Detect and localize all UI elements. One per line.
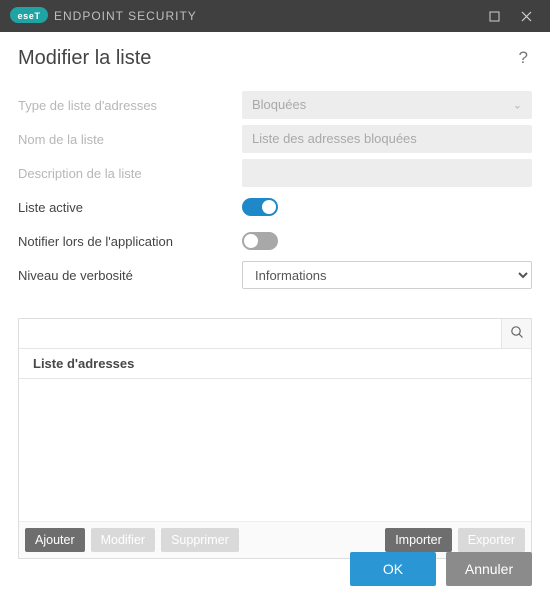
verbosity-label: Niveau de verbosité <box>18 268 242 283</box>
search-button[interactable] <box>501 319 531 348</box>
edit-button: Modifier <box>91 528 155 552</box>
page-title: Modifier la liste <box>18 47 151 70</box>
active-list-label: Liste active <box>18 200 242 215</box>
notify-label: Notifier lors de l'application <box>18 234 242 249</box>
maximize-button[interactable] <box>478 0 510 32</box>
import-button[interactable]: Importer <box>385 528 452 552</box>
list-name-value: Liste des adresses bloquées <box>252 131 417 146</box>
address-list-type-select: Bloquées ⌄ <box>242 91 532 119</box>
close-button[interactable] <box>510 0 542 32</box>
search-input[interactable] <box>19 319 501 348</box>
address-list-type-value: Bloquées <box>252 97 306 112</box>
address-list-type-label: Type de liste d'adresses <box>18 98 242 113</box>
address-list-panel: Liste d'adresses Ajouter Modifier Suppri… <box>18 318 532 559</box>
delete-button: Supprimer <box>161 528 239 552</box>
address-list-header: Liste d'adresses <box>19 349 531 379</box>
chevron-down-icon: ⌄ <box>513 99 522 112</box>
eset-logo-icon: eseT <box>10 7 48 26</box>
list-name-field: Liste des adresses bloquées <box>242 125 532 153</box>
toggle-knob <box>262 200 276 214</box>
svg-text:eseT: eseT <box>18 11 41 21</box>
help-button[interactable]: ? <box>515 46 532 70</box>
export-button: Exporter <box>458 528 525 552</box>
list-name-label: Nom de la liste <box>18 132 242 147</box>
address-list-body[interactable] <box>19 379 531 521</box>
list-description-label: Description de la liste <box>18 166 242 181</box>
search-icon <box>510 325 524 342</box>
address-list-column-label: Liste d'adresses <box>33 356 134 371</box>
cancel-button[interactable]: Annuler <box>446 552 532 586</box>
notify-toggle[interactable] <box>242 232 278 250</box>
add-button[interactable]: Ajouter <box>25 528 85 552</box>
app-name: ENDPOINT SECURITY <box>54 9 197 23</box>
help-icon: ? <box>519 48 528 67</box>
verbosity-select[interactable]: Informations <box>242 261 532 289</box>
active-list-toggle[interactable] <box>242 198 278 216</box>
app-logo: eseT ENDPOINT SECURITY <box>10 7 197 26</box>
ok-button[interactable]: OK <box>350 552 436 586</box>
list-description-field <box>242 159 532 187</box>
titlebar: eseT ENDPOINT SECURITY <box>0 0 550 32</box>
toggle-knob <box>244 234 258 248</box>
